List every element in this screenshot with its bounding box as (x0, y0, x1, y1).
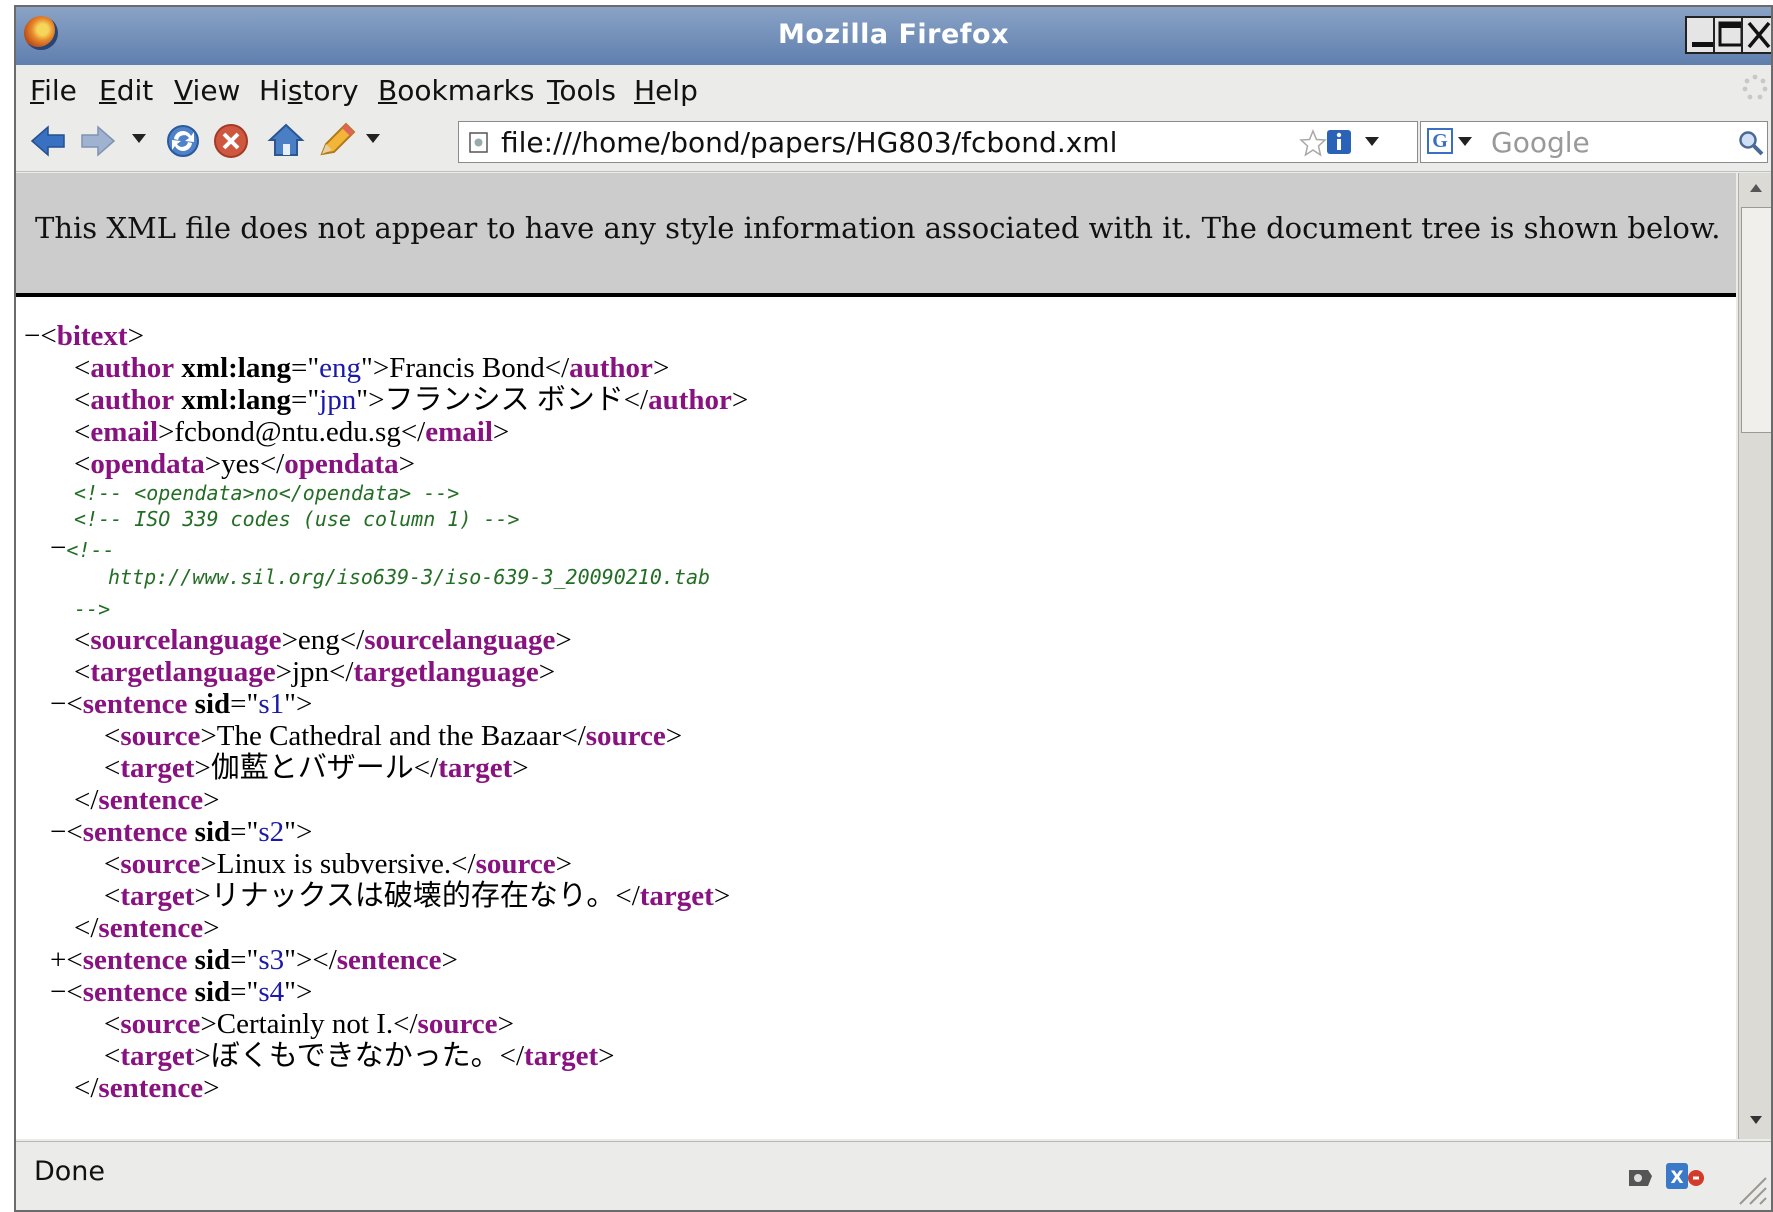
tree-line-sentence-close-s4: </sentence> (74, 1072, 220, 1104)
bookmark-star-icon[interactable] (1299, 129, 1327, 157)
vertical-scrollbar[interactable] (1738, 173, 1771, 1139)
menu-bar: File Edit View History Bookmarks Tools H… (16, 65, 1771, 113)
tree-line-targetlanguage: <targetlanguage>jpn</targetlanguage> (74, 656, 556, 688)
svg-text:X: X (1670, 1168, 1683, 1188)
collapse-toggle[interactable]: − (50, 688, 66, 720)
scrollbar-thumb[interactable] (1741, 207, 1771, 433)
menu-view[interactable]: View (174, 74, 240, 107)
tree-line-target-s4: <target>ぼくもできなかった。</target> (104, 1040, 615, 1072)
menu-file[interactable]: File (30, 74, 77, 107)
menu-tools[interactable]: Tools (547, 74, 616, 107)
tree-line-sourcelanguage: <sourcelanguage>eng</sourcelanguage> (74, 624, 572, 656)
collapse-toggle[interactable]: − (50, 976, 66, 1008)
throbber-icon (1742, 74, 1768, 100)
collapse-toggle[interactable]: − (50, 532, 66, 564)
xml-info-header: This XML file does not appear to have an… (16, 173, 1736, 297)
stop-icon[interactable] (212, 122, 250, 160)
tree-line-email: <email>fcbond@ntu.edu.sg</email> (74, 416, 510, 448)
tree-comment-iso: <!-- ISO 339 codes (use column 1) --> (74, 507, 520, 531)
collapse-toggle[interactable]: − (50, 816, 66, 848)
tree-line-sentence-close-s2: </sentence> (74, 912, 220, 944)
browser-window: Mozilla Firefox File Edit View History B… (14, 5, 1773, 1212)
url-bar[interactable]: file:///home/bond/papers/HG803/fcbond.xm… (458, 121, 1418, 163)
tree-comment-url: http://www.sil.org/iso639-3/iso-639-3_20… (108, 565, 711, 589)
search-icon[interactable] (1737, 129, 1765, 157)
xml-info-text: This XML file does not appear to have an… (35, 211, 1721, 245)
menu-edit[interactable]: Edit (99, 74, 153, 107)
tree-line-sentence-s2: −<sentence sid="s2"> (50, 816, 313, 848)
tree-line-target-s1: <target>伽藍とバザール</target> (104, 752, 529, 784)
scroll-down-arrow-icon[interactable] (1748, 1113, 1764, 1127)
tree-line-sentence-s3: +<sentence sid="s3"></sentence> (50, 944, 458, 976)
window-title: Mozilla Firefox (777, 19, 1010, 50)
tree-line-sentence-s1: −<sentence sid="s1"> (50, 688, 313, 720)
forward-arrow-icon[interactable] (80, 123, 118, 159)
collapse-toggle[interactable]: − (24, 320, 40, 352)
tree-line-source-s4: <source>Certainly not I.</source> (104, 1008, 514, 1040)
tree-line-source-s1: <source>The Cathedral and the Bazaar</so… (104, 720, 683, 752)
url-dropdown-icon[interactable] (1363, 134, 1381, 150)
resize-grip-icon[interactable] (1732, 1170, 1768, 1206)
close-button[interactable] (1741, 16, 1771, 54)
back-arrow-icon[interactable] (30, 123, 68, 159)
cookie-manager-icon[interactable] (1626, 1164, 1656, 1190)
edit-pencil-icon[interactable] (316, 120, 358, 162)
search-bar[interactable]: G Google (1420, 121, 1768, 163)
tree-line-sentence-close-s1: </sentence> (74, 784, 220, 816)
tree-line-target-s2: <target>リナックスは破壊的存在なり。</target> (104, 880, 731, 912)
tree-line-author-jpn: <author xml:lang="jpn">フランシス ボンド</author… (74, 384, 749, 416)
home-icon[interactable] (266, 120, 306, 160)
menu-bookmarks[interactable]: Bookmarks (378, 74, 534, 107)
navigation-toolbar: file:///home/bond/papers/HG803/fcbond.xm… (16, 113, 1771, 172)
title-bar[interactable]: Mozilla Firefox (16, 7, 1771, 66)
reload-icon[interactable] (164, 122, 202, 160)
page-file-icon (469, 132, 488, 153)
tree-line-sentence-s4: −<sentence sid="s4"> (50, 976, 313, 1008)
search-engine-dropdown-icon[interactable] (1457, 135, 1473, 149)
status-text: Done (34, 1156, 106, 1187)
page-content: This XML file does not appear to have an… (16, 173, 1736, 1139)
tree-comment-url-open: −<!-- (50, 532, 115, 564)
info-icon[interactable] (1325, 128, 1353, 156)
scroll-up-arrow-icon[interactable] (1748, 181, 1764, 195)
edit-dropdown-icon[interactable] (364, 131, 382, 147)
search-placeholder: Google (1491, 126, 1590, 159)
status-bar: Done X (16, 1141, 1771, 1210)
menu-history[interactable]: History (259, 74, 359, 107)
tree-line-source-s2: <source>Linux is subversive.</source> (104, 848, 572, 880)
xml-extension-icon[interactable]: X (1664, 1160, 1708, 1192)
tree-line-author-eng: <author xml:lang="eng">Francis Bond</aut… (74, 352, 670, 384)
menu-help[interactable]: Help (634, 74, 698, 107)
expand-toggle[interactable]: + (50, 944, 66, 976)
history-dropdown-icon[interactable] (130, 131, 148, 147)
google-engine-icon[interactable]: G (1427, 128, 1453, 154)
tree-line-opendata: <opendata>yes</opendata> (74, 448, 416, 480)
tree-line-bitext: −<bitext> (24, 320, 144, 352)
url-text[interactable]: file:///home/bond/papers/HG803/fcbond.xm… (501, 126, 1117, 159)
